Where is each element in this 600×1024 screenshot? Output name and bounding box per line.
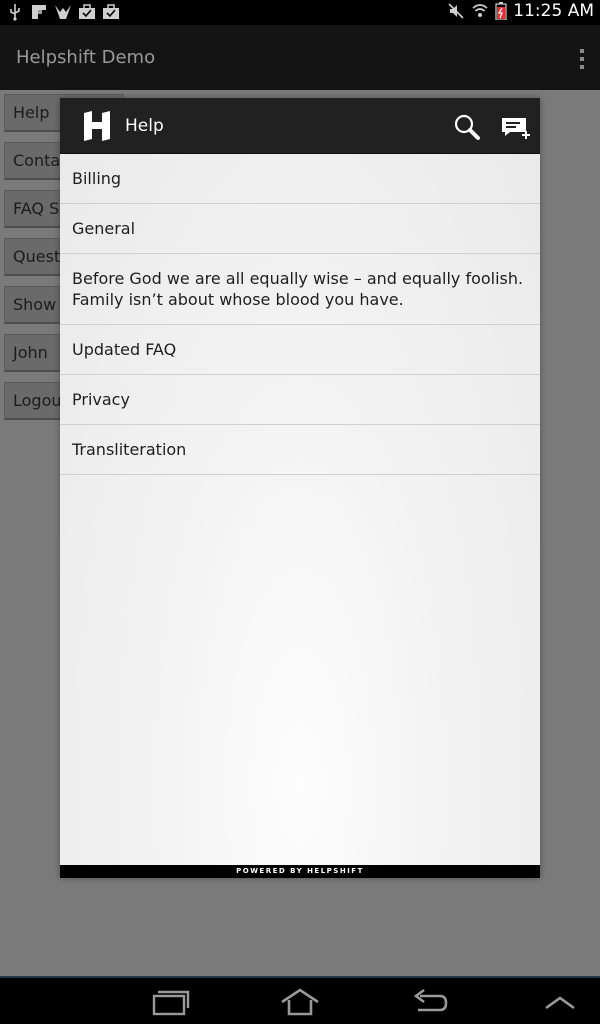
overflow-dot xyxy=(580,49,584,53)
usb-icon xyxy=(10,4,20,21)
status-bar: 11:25 AM xyxy=(0,0,600,25)
help-dialog: Help Billing General Before God we are a… xyxy=(60,98,540,878)
navigation-bar xyxy=(0,976,600,1024)
faq-section-quote[interactable]: Before God we are all equally wise – and… xyxy=(60,254,540,325)
faq-section-transliteration[interactable]: Transliteration xyxy=(60,425,540,475)
mute-icon xyxy=(448,3,464,19)
system-icons: 11:25 AM xyxy=(447,1,594,21)
battery-icon xyxy=(495,2,507,20)
faq-section-updated-faq[interactable]: Updated FAQ xyxy=(60,325,540,375)
new-conversation-icon[interactable] xyxy=(500,112,532,142)
helpshift-logo-icon xyxy=(84,111,110,141)
notification-icons xyxy=(6,3,120,21)
wifi-icon xyxy=(472,4,488,17)
app-action-bar: Helpshift Demo xyxy=(0,25,600,90)
clock: 11:25 AM xyxy=(513,1,594,21)
search-icon[interactable] xyxy=(452,112,482,142)
faq-section-general[interactable]: General xyxy=(60,204,540,254)
overflow-dot xyxy=(580,65,584,69)
debug-icon xyxy=(55,5,71,19)
dialog-header: Help xyxy=(60,98,540,154)
overflow-dot xyxy=(580,57,584,61)
faq-section-billing[interactable]: Billing xyxy=(60,154,540,204)
faq-section-list: Billing General Before God we are all eq… xyxy=(60,154,540,475)
dialog-title: Help xyxy=(125,116,164,136)
menu-up-icon[interactable] xyxy=(540,986,580,1018)
overflow-menu-button[interactable] xyxy=(574,45,590,73)
app-title: Helpshift Demo xyxy=(16,47,156,68)
briefcase-check-icon xyxy=(103,4,119,19)
back-icon[interactable] xyxy=(410,986,450,1018)
briefcase-icon xyxy=(79,4,95,19)
powered-by-footer: POWERED BY HELPSHIFT xyxy=(60,865,540,878)
recent-apps-icon[interactable] xyxy=(150,986,190,1018)
home-icon[interactable] xyxy=(280,986,320,1018)
flipboard-icon xyxy=(32,5,46,19)
faq-section-privacy[interactable]: Privacy xyxy=(60,375,540,425)
